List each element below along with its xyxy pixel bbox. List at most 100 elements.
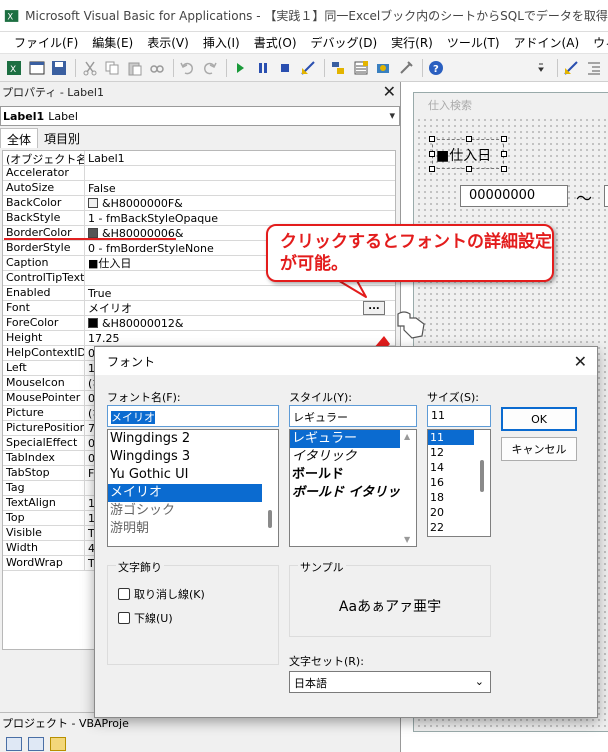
undo-icon[interactable] xyxy=(179,59,195,77)
cancel-button[interactable]: キャンセル xyxy=(501,437,577,461)
paste-icon[interactable] xyxy=(126,59,142,77)
property-value[interactable]: True xyxy=(85,286,395,300)
font-list-item[interactable]: メイリオ xyxy=(108,484,278,502)
font-list-item[interactable]: Wingdings 2 xyxy=(108,430,278,448)
project-explorer-icon[interactable] xyxy=(330,59,346,77)
toolbox-icon[interactable] xyxy=(397,59,413,77)
date-from-textbox[interactable]: 00000000 xyxy=(460,185,568,207)
property-row[interactable]: ForeColor &H80000012& xyxy=(3,316,395,331)
size-list[interactable]: 11 12 14 16 18 20 22 xyxy=(427,429,491,537)
menu-file[interactable]: ファイル(F) xyxy=(14,34,78,51)
property-value[interactable]: Label1 xyxy=(85,151,395,165)
underline-checkbox[interactable]: 下線(U) xyxy=(118,610,173,626)
resize-handle[interactable] xyxy=(466,136,472,142)
property-value[interactable]: False xyxy=(85,181,395,195)
save-icon[interactable] xyxy=(51,59,67,77)
menu-tools[interactable]: ツール(T) xyxy=(447,34,500,51)
property-row[interactable]: Enabled True xyxy=(3,286,395,301)
checkbox-box[interactable] xyxy=(118,612,130,624)
font-list-item[interactable]: 游明朝 xyxy=(108,520,278,538)
run-icon[interactable] xyxy=(232,59,248,77)
font-list-item[interactable]: Wingdings 3 xyxy=(108,448,278,466)
style-list-item[interactable]: ボールド イタリック xyxy=(290,484,416,502)
menu-format[interactable]: 書式(O) xyxy=(254,34,297,51)
chevron-down-icon[interactable]: ⌄ xyxy=(475,675,484,688)
menu-insert[interactable]: 挿入(I) xyxy=(203,34,240,51)
scroll-up-icon[interactable]: ▲ xyxy=(404,432,410,441)
property-row[interactable]: Font メイリオ... xyxy=(3,301,395,316)
tab-categorized[interactable]: 項目別 xyxy=(38,128,86,148)
toggle-folders-icon[interactable] xyxy=(50,737,66,751)
copy-icon[interactable] xyxy=(104,59,120,77)
charset-select[interactable]: 日本語 ⌄ xyxy=(289,671,491,693)
menu-window[interactable]: ウィンドウ(W) xyxy=(593,34,608,51)
object-selector[interactable]: Label1 Label ▾ xyxy=(0,106,400,126)
redo-icon[interactable] xyxy=(202,59,218,77)
view-object-icon[interactable] xyxy=(28,737,44,751)
property-row[interactable]: (オブジェクト名) Label1 xyxy=(3,151,395,166)
property-value[interactable]: 1 - fmBackStyleOpaque xyxy=(85,211,395,225)
property-row[interactable]: Accelerator xyxy=(3,166,395,181)
design-mode-icon[interactable] xyxy=(300,59,316,77)
size-list-scrollbar[interactable] xyxy=(474,430,490,536)
view-code-icon[interactable] xyxy=(6,737,22,751)
design-mode-toolbar2-icon[interactable] xyxy=(563,59,579,77)
property-value[interactable]: &H80000012& xyxy=(85,316,395,330)
font-name-list[interactable]: Wingdings 2 Wingdings 3 Yu Gothic UI メイリオ 游ゴ… xyxy=(107,429,279,547)
property-value[interactable]: メイリオ xyxy=(85,301,395,315)
cut-icon[interactable] xyxy=(81,59,97,77)
toolbar-overflow-icon[interactable] xyxy=(533,59,549,77)
find-icon[interactable] xyxy=(149,59,165,77)
view-excel-icon[interactable]: X xyxy=(6,59,22,77)
menu-edit[interactable]: 編集(E) xyxy=(92,34,133,51)
resize-handle[interactable] xyxy=(466,166,472,172)
date-to-textbox[interactable] xyxy=(604,185,608,207)
font-list-scrollbar[interactable] xyxy=(262,430,278,546)
strikethrough-checkbox[interactable]: 取り消し線(K) xyxy=(118,586,205,602)
help-icon[interactable]: ? xyxy=(428,59,444,77)
size-input[interactable]: 11 xyxy=(427,405,491,427)
resize-handle[interactable] xyxy=(501,136,507,142)
font-name-input-value: メイリオ xyxy=(111,411,155,424)
properties-window-icon[interactable] xyxy=(352,59,368,77)
font-name-input[interactable]: メイリオ xyxy=(107,405,279,427)
font-ellipsis-button[interactable]: ... xyxy=(363,301,385,315)
object-browser-icon[interactable] xyxy=(375,59,391,77)
property-row[interactable]: AutoSize False xyxy=(3,181,395,196)
chevron-down-icon[interactable]: ▾ xyxy=(389,109,395,122)
resize-handle[interactable] xyxy=(501,151,507,157)
ok-button[interactable]: OK xyxy=(501,407,577,431)
style-list[interactable]: レギュラー イタリック ボールド ボールド イタリック ▲ ▼ xyxy=(289,429,417,547)
style-list-item[interactable]: ボールド xyxy=(290,466,416,484)
font-list-item[interactable]: Yu Gothic UI xyxy=(108,466,278,484)
font-list-item[interactable]: 游ゴシック xyxy=(108,502,278,520)
property-value[interactable]: 17.25 xyxy=(85,331,395,345)
style-list-item[interactable]: イタリック xyxy=(290,448,416,466)
break-icon[interactable] xyxy=(255,59,271,77)
property-row[interactable]: BackColor &H8000000F& xyxy=(3,196,395,211)
menu-run[interactable]: 実行(R) xyxy=(391,34,433,51)
scroll-down-icon[interactable]: ▼ xyxy=(404,535,410,544)
property-value[interactable] xyxy=(85,166,395,180)
resize-handle[interactable] xyxy=(429,136,435,142)
dialog-close-icon[interactable]: ✕ xyxy=(574,352,587,371)
property-row[interactable]: Height 17.25 xyxy=(3,331,395,346)
style-input[interactable]: レギュラー xyxy=(289,405,417,427)
charset-value: 日本語 xyxy=(294,677,327,690)
label1-caption[interactable]: ■仕入日 xyxy=(436,145,491,165)
menu-debug[interactable]: デバッグ(D) xyxy=(311,34,378,51)
style-list-scrollbar[interactable]: ▲ ▼ xyxy=(400,430,416,546)
style-list-item[interactable]: レギュラー xyxy=(290,430,416,448)
properties-close-icon[interactable]: ✕ xyxy=(383,84,396,100)
menu-view[interactable]: 表示(V) xyxy=(147,34,189,51)
resize-handle[interactable] xyxy=(501,166,507,172)
insert-userform-icon[interactable] xyxy=(28,59,45,77)
resize-handle[interactable] xyxy=(429,166,435,172)
menu-addins[interactable]: アドイン(A) xyxy=(514,34,580,51)
reset-icon[interactable] xyxy=(277,59,293,77)
resize-handle[interactable] xyxy=(429,151,435,157)
checkbox-box[interactable] xyxy=(118,588,130,600)
tab-alphabetic[interactable]: 全体 xyxy=(0,128,39,148)
property-value[interactable]: &H8000000F& xyxy=(85,196,395,210)
indent-icon[interactable] xyxy=(586,59,602,77)
